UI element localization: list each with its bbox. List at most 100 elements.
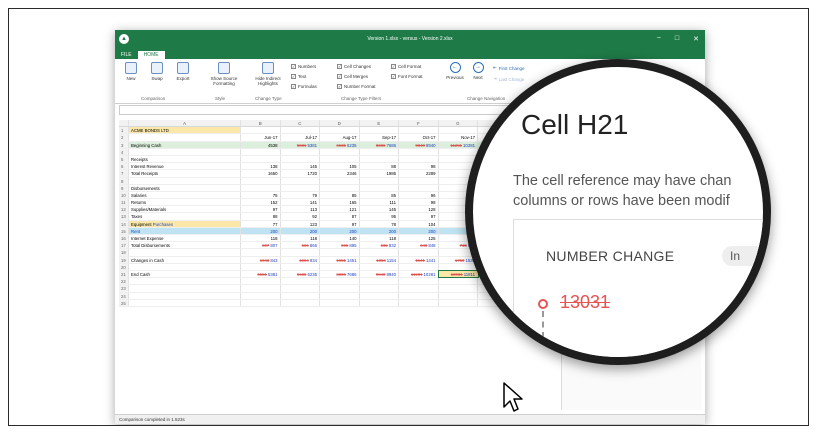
value-cell[interactable]: 105 <box>320 163 360 170</box>
value-cell[interactable]: 85 <box>320 191 360 199</box>
value-cell[interactable] <box>241 285 281 292</box>
value-cell[interactable]: 88 <box>360 163 399 170</box>
column-header[interactable]: E <box>360 120 399 127</box>
value-cell[interactable] <box>399 177 439 184</box>
label-cell[interactable]: Total Disbursements <box>129 242 241 249</box>
value-cell[interactable] <box>281 127 320 134</box>
value-cell[interactable] <box>320 285 360 292</box>
menu-file[interactable]: FILE <box>115 51 138 59</box>
value-cell[interactable] <box>241 249 281 256</box>
value-cell[interactable]: 98 <box>399 199 439 206</box>
value-cell[interactable]: 2346 <box>320 170 360 177</box>
value-cell[interactable]: 200 <box>241 227 281 234</box>
row-number[interactable]: 3 <box>119 141 129 148</box>
value-cell[interactable] <box>399 285 439 292</box>
value-cell[interactable] <box>241 299 281 306</box>
label-cell[interactable] <box>129 285 241 292</box>
value-cell[interactable]: 1986 <box>360 170 399 177</box>
value-cell[interactable]: 97 <box>320 220 360 227</box>
value-cell[interactable] <box>241 263 281 270</box>
value-cell[interactable]: Sep-17 <box>360 134 399 141</box>
row-number[interactable]: 15 <box>119 227 129 234</box>
label-cell[interactable]: Taxes <box>129 213 241 220</box>
filter-number-format[interactable]: ✓ Number Format <box>337 84 376 89</box>
swap-button[interactable]: Swap <box>143 62 171 81</box>
value-cell[interactable] <box>399 263 439 270</box>
label-cell[interactable] <box>129 292 241 299</box>
value-cell[interactable] <box>281 148 320 155</box>
value-cell[interactable] <box>241 177 281 184</box>
row-number[interactable]: 9 <box>119 184 129 191</box>
value-cell[interactable] <box>360 127 399 134</box>
value-cell[interactable] <box>360 278 399 285</box>
value-cell[interactable] <box>241 292 281 299</box>
value-cell[interactable]: 123 <box>281 220 320 227</box>
value-cell[interactable]: 113 <box>281 206 320 213</box>
label-cell[interactable]: Supplies/Materials <box>129 206 241 213</box>
column-header[interactable]: B <box>241 120 281 127</box>
label-cell[interactable] <box>129 299 241 306</box>
label-cell[interactable]: Total Receipts <box>129 170 241 177</box>
value-cell[interactable]: 152 <box>241 199 281 206</box>
column-header[interactable]: C <box>281 120 320 127</box>
column-header[interactable]: F <box>399 120 439 127</box>
value-cell[interactable] <box>399 299 439 306</box>
export-button[interactable]: Export <box>169 62 197 81</box>
value-cell[interactable]: 145 <box>281 163 320 170</box>
row-number[interactable]: 16 <box>119 235 129 242</box>
row-number[interactable]: 12 <box>119 206 129 213</box>
value-cell[interactable]: 1043843 <box>241 256 281 263</box>
minimize-icon[interactable]: − <box>657 35 661 43</box>
value-cell[interactable] <box>320 299 360 306</box>
value-cell[interactable]: 92 <box>281 213 320 220</box>
value-cell[interactable]: 97 <box>399 213 439 220</box>
show-source-button[interactable]: Show Source Formatting <box>207 62 241 86</box>
value-cell[interactable] <box>320 184 360 191</box>
row-number[interactable]: 6 <box>119 163 129 170</box>
value-cell[interactable] <box>360 148 399 155</box>
row-number[interactable]: 8 <box>119 177 129 184</box>
filter-formulas[interactable]: ✓ Formulas <box>291 84 317 89</box>
value-cell[interactable]: 125 <box>399 235 439 242</box>
filter-numbers[interactable]: ✓ Numbers <box>291 64 316 69</box>
value-cell[interactable] <box>320 177 360 184</box>
value-cell[interactable]: 111 <box>360 199 399 206</box>
value-cell[interactable] <box>281 285 320 292</box>
value-cell[interactable] <box>399 249 439 256</box>
value-cell[interactable]: 98408940 <box>360 270 399 278</box>
row-number[interactable]: 1 <box>119 127 129 134</box>
value-cell[interactable] <box>399 292 439 299</box>
value-cell[interactable] <box>241 278 281 285</box>
label-cell[interactable]: ACME BONDS LTD <box>129 127 241 134</box>
row-number[interactable]: 7 <box>119 170 129 177</box>
value-cell[interactable]: 607807 <box>241 242 281 249</box>
value-cell[interactable] <box>281 249 320 256</box>
value-cell[interactable] <box>281 177 320 184</box>
value-cell[interactable]: 632832 <box>360 242 399 249</box>
row-number[interactable]: 23 <box>119 285 129 292</box>
value-cell[interactable]: 118 <box>360 235 399 242</box>
value-cell[interactable]: 104 <box>399 220 439 227</box>
label-cell[interactable]: Rent <box>129 227 241 234</box>
value-cell[interactable]: 1054834 <box>281 256 320 263</box>
value-cell[interactable] <box>281 292 320 299</box>
value-cell[interactable] <box>399 127 439 134</box>
value-cell[interactable] <box>360 263 399 270</box>
value-cell[interactable]: 98408940 <box>399 141 439 148</box>
value-cell[interactable]: 666866 <box>281 242 320 249</box>
label-cell[interactable] <box>129 148 241 155</box>
row-number[interactable]: 2 <box>119 134 129 141</box>
value-cell[interactable] <box>241 127 281 134</box>
value-cell[interactable]: 165 <box>320 199 360 206</box>
filter-text[interactable]: ✓ Text <box>291 74 306 79</box>
column-header[interactable]: D <box>320 120 360 127</box>
label-cell[interactable]: Salaries <box>129 191 241 199</box>
value-cell[interactable]: 83867686 <box>320 270 360 278</box>
label-cell[interactable]: End Cash <box>129 270 241 278</box>
new-button[interactable]: New <box>117 62 145 81</box>
value-cell[interactable]: 145 <box>360 206 399 213</box>
value-cell[interactable] <box>399 184 439 191</box>
value-cell[interactable] <box>360 184 399 191</box>
value-cell[interactable] <box>399 148 439 155</box>
close-icon[interactable]: ✕ <box>693 35 699 43</box>
